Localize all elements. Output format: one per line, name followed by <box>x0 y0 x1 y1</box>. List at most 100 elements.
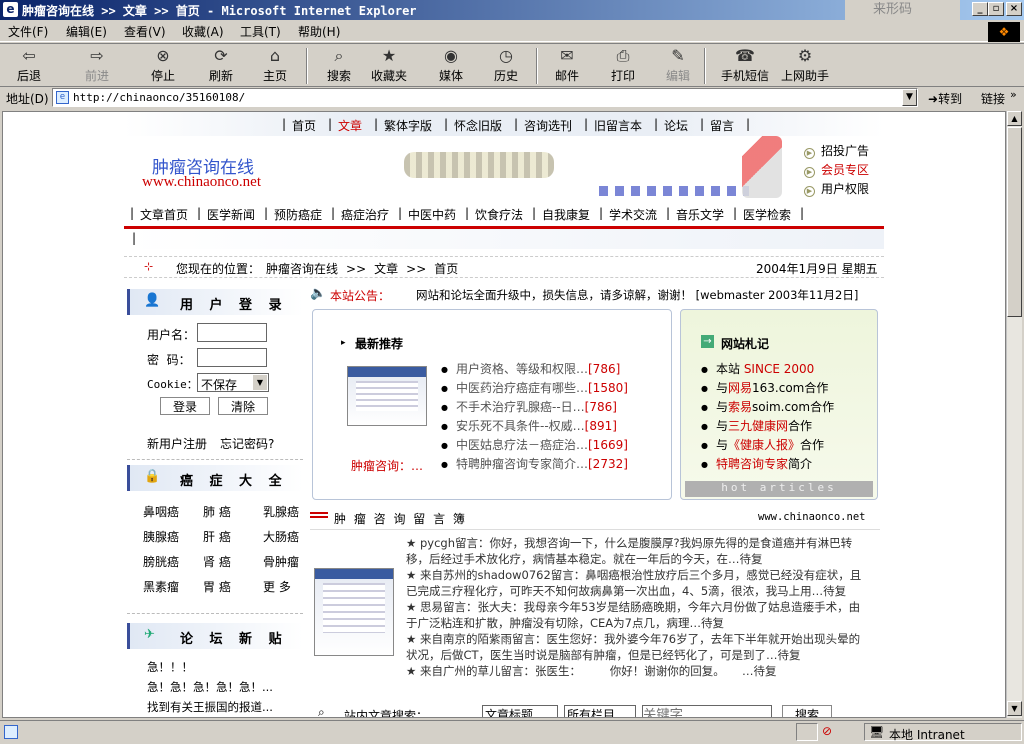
search-field-select[interactable]: 文章标题 <box>482 705 558 717</box>
toolbar-print-button[interactable]: ⎙ 打印 <box>600 46 646 84</box>
cancer-link[interactable]: 胰腺癌 <box>143 528 179 545</box>
guestbook-entry[interactable]: ★ pycgh留言：你好，我想咨询一下，什么是腹膜厚?我妈原先得的是食道癌并有淋… <box>406 535 866 567</box>
toolbar-back-arrow-button[interactable]: ⇦ 后退 <box>6 46 52 84</box>
close-button[interactable]: × <box>1006 2 1022 16</box>
menu-item[interactable]: 帮助(H) <box>298 23 340 40</box>
password-input[interactable] <box>197 348 267 367</box>
cancer-link[interactable]: 乳腺癌 <box>263 503 299 520</box>
scroll-up-button[interactable]: ▲ <box>1007 111 1022 126</box>
recommend-item[interactable]: 中医药治疗癌症有哪些…[1580] <box>441 379 628 396</box>
register-link[interactable]: 新用户注册 <box>147 435 207 452</box>
category-0[interactable]: 文章首页 <box>140 206 188 223</box>
category-5[interactable]: 饮食疗法 <box>475 206 523 223</box>
journal-item[interactable]: 本站 SINCE 2000 <box>701 360 814 377</box>
cancer-link[interactable]: 黑素瘤 <box>143 578 179 595</box>
recommend-thumbnail[interactable] <box>347 366 427 426</box>
toolbar-history-button[interactable]: ◷ 历史 <box>483 46 529 84</box>
nav-item-3[interactable]: 怀念旧版 <box>454 117 502 134</box>
side-link-2[interactable]: ▶ 用户权限 <box>804 180 869 197</box>
nav-item-7[interactable]: 留言 <box>710 117 734 134</box>
toolbar-stop-button[interactable]: ⊗ 停止 <box>140 46 186 84</box>
recommend-item[interactable]: 不手术治疗乳腺癌--日…[786] <box>441 398 617 415</box>
nav-item-5[interactable]: 旧留言本 <box>594 117 642 134</box>
journal-item[interactable]: 与三九健康网合作 <box>701 417 812 434</box>
guestbook-thumbnail[interactable] <box>314 568 394 656</box>
category-3[interactable]: 癌症治疗 <box>341 206 389 223</box>
restore-button[interactable]: ▫ <box>988 2 1004 16</box>
guestbook-entry[interactable]: ★ 思易留言：张大夫：我母亲今年53岁是结肠癌晚期，今年六月份做了姑息造瘘手术，… <box>406 599 866 631</box>
category-4[interactable]: 中医中药 <box>408 206 456 223</box>
toolbar-assistant-button[interactable]: ⚙ 上网助手 <box>772 46 838 84</box>
toolbar-mail-button[interactable]: ✉ 邮件 <box>544 46 590 84</box>
journal-item[interactable]: 与《健康人报》合作 <box>701 436 824 453</box>
category-9[interactable]: 医学检索 <box>743 206 791 223</box>
cookie-select[interactable]: 不保存 ▼ <box>197 373 269 392</box>
journal-item[interactable]: 与网易163.com合作 <box>701 379 828 396</box>
menu-item[interactable]: 文件(F) <box>8 23 48 40</box>
address-dropdown-button[interactable]: ▼ <box>902 89 917 106</box>
menu-item[interactable]: 查看(V) <box>124 23 166 40</box>
search-button[interactable]: 搜索 <box>782 705 832 717</box>
category-2[interactable]: 预防癌症 <box>274 206 322 223</box>
links-button[interactable]: 链接 <box>981 90 1005 107</box>
cancer-link[interactable]: 肾 癌 <box>203 553 231 570</box>
toolbar-phone-button[interactable]: ☎ 手机短信 <box>712 46 778 84</box>
site-logo-url[interactable]: www.chinaonco.net <box>142 174 261 191</box>
journal-item[interactable]: 特聘咨询专家简介 <box>701 455 812 472</box>
guestbook-entry[interactable]: ★ 来自苏州的shadow0762留言：鼻咽癌根治性放疗后三个多月，感觉已经没有… <box>406 567 866 599</box>
address-input[interactable]: e http://chinaonco/35160108/ <box>52 88 918 107</box>
toolbar-home-button[interactable]: ⌂ 主页 <box>252 46 298 84</box>
search-column-select[interactable]: 所有栏目 <box>564 705 636 717</box>
scroll-down-button[interactable]: ▼ <box>1007 701 1022 716</box>
go-button[interactable]: ➜转到 <box>928 90 962 107</box>
recommend-item[interactable]: 安乐死不具条件--权威…[891] <box>441 417 617 434</box>
toolbar-favorites-button[interactable]: ★ 收藏夹 <box>366 46 412 84</box>
forum-post-link[interactable]: 急！！！ <box>147 659 193 675</box>
cancer-link[interactable]: 鼻咽癌 <box>143 503 179 520</box>
nav-item-6[interactable]: 论坛 <box>664 117 688 134</box>
category-6[interactable]: 自我康复 <box>542 206 590 223</box>
side-link-1[interactable]: ▶ 会员专区 <box>804 161 869 178</box>
login-button[interactable]: 登录 <box>160 397 210 415</box>
side-link-0[interactable]: ▶ 招投广告 <box>804 142 869 159</box>
cancer-link[interactable]: 大肠癌 <box>263 528 299 545</box>
forum-post-link[interactable]: 急！急！急！急！急！... <box>147 679 273 695</box>
toolbar-search-button[interactable]: ⌕ 搜索 <box>316 46 362 84</box>
guestbook-entry[interactable]: ★ 来自广州的草儿留言：张医生： 你好！谢谢你的回复。 …待复 <box>406 663 866 679</box>
minimize-button[interactable]: _ <box>972 2 988 16</box>
category-7[interactable]: 学术交流 <box>609 206 657 223</box>
category-1[interactable]: 医学新闻 <box>207 206 255 223</box>
breadcrumb-item[interactable]: 首页 <box>434 262 458 276</box>
cancer-link[interactable]: 膀胱癌 <box>143 553 179 570</box>
toolbar-media-button[interactable]: ◉ 媒体 <box>428 46 474 84</box>
recommend-item[interactable]: 中医姑息疗法－癌症治…[1669] <box>441 436 628 453</box>
vertical-scrollbar[interactable]: ▲ ▼ <box>1006 111 1022 718</box>
guestbook-entry[interactable]: ★ 来自南京的陌紫雨留言：医生您好：我外婆今年76岁了，去年下半年就开始出现头晕… <box>406 631 866 663</box>
journal-item[interactable]: 与索易soim.com合作 <box>701 398 834 415</box>
cancer-link[interactable]: 肝 癌 <box>203 528 231 545</box>
nav-item-2[interactable]: 繁体字版 <box>384 117 432 134</box>
toolbar-refresh-button[interactable]: ⟳ 刷新 <box>198 46 244 84</box>
username-input[interactable] <box>197 323 267 342</box>
nav-item-4[interactable]: 咨询选刊 <box>524 117 572 134</box>
recommend-item[interactable]: 用户资格、等级和权限…[786] <box>441 360 620 377</box>
menu-item[interactable]: 工具(T) <box>240 23 281 40</box>
cancer-link[interactable]: 肺 癌 <box>203 503 231 520</box>
nav-item-0[interactable]: 首页 <box>292 117 316 134</box>
category-8[interactable]: 音乐文学 <box>676 206 724 223</box>
breadcrumb-item[interactable]: 文章 <box>374 262 398 276</box>
thumbnail-caption[interactable]: 肿瘤咨询：… <box>351 457 423 474</box>
ime-indicator[interactable]: 来形码 <box>845 0 960 20</box>
breadcrumb-item[interactable]: 肿瘤咨询在线 <box>266 262 338 276</box>
forgot-password-link[interactable]: 忘记密码? <box>220 435 274 452</box>
clear-button[interactable]: 清除 <box>218 397 268 415</box>
menu-item[interactable]: 收藏(A) <box>182 23 224 40</box>
scroll-thumb[interactable] <box>1007 127 1022 317</box>
search-input[interactable] <box>642 705 772 717</box>
recommend-item[interactable]: 特聘肿瘤咨询专家简介…[2732] <box>441 455 628 472</box>
cancer-link[interactable]: 骨肿瘤 <box>263 553 299 570</box>
forum-post-link[interactable]: 找到有关王振国的报道... <box>147 699 273 715</box>
cancer-link[interactable]: 胃 癌 <box>203 578 231 595</box>
cancer-link[interactable]: 更 多 <box>263 578 291 595</box>
menu-item[interactable]: 编辑(E) <box>66 23 107 40</box>
